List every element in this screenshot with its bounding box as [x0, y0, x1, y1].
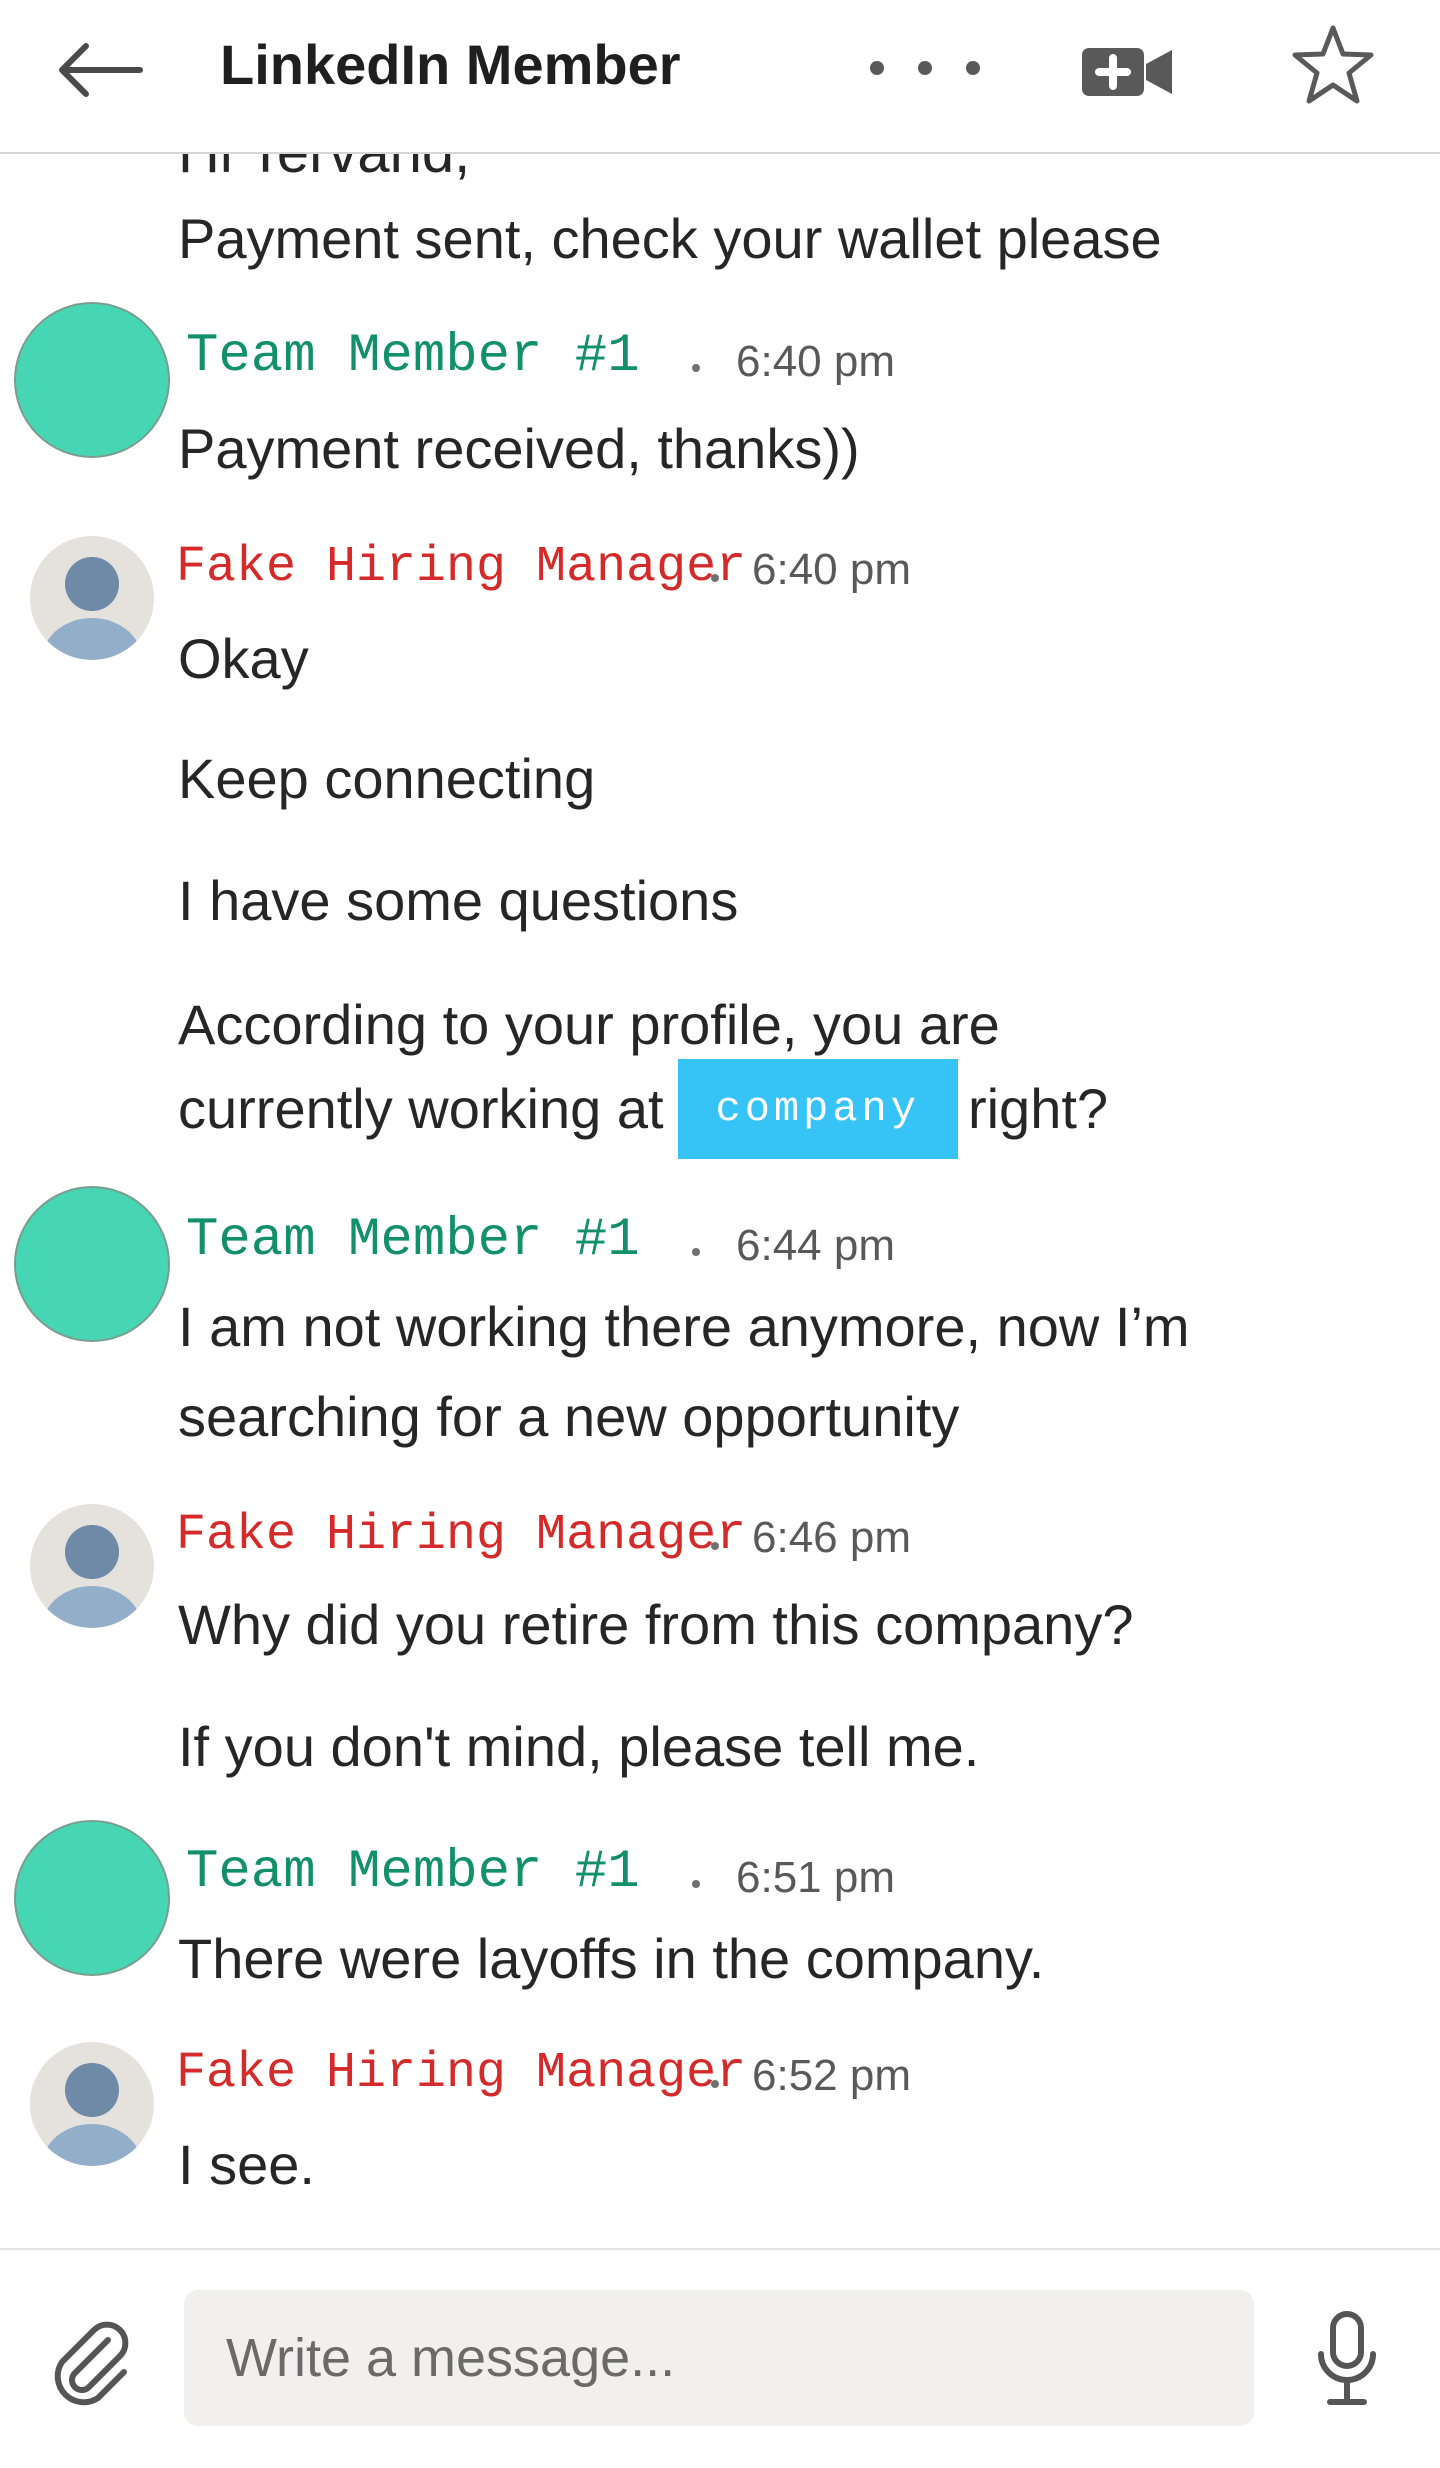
- message-text: searching for a new opportunity: [178, 1385, 960, 1448]
- star-outline-icon: [1292, 25, 1374, 104]
- message-composer: [0, 2248, 1440, 2468]
- arrow-left-icon: [59, 43, 143, 97]
- microphone-icon: [1318, 2311, 1376, 2405]
- message-text: Payment sent, check your wallet please: [178, 207, 1162, 270]
- message-text: If you don't mind, please tell me.: [178, 1715, 980, 1778]
- separator-dot: [692, 1248, 700, 1256]
- message-text-with-redaction: currently working at company right?: [178, 1054, 1108, 1164]
- redaction-label: company: [677, 1059, 958, 1160]
- video-call-button[interactable]: [1080, 38, 1176, 106]
- conversation-header: LinkedIn Member: [0, 0, 1440, 154]
- message-text-segment: currently working at: [178, 1077, 664, 1140]
- message-text: There were layoffs in the company.: [178, 1927, 1045, 1990]
- message-list[interactable]: Hi Tervand, Payment sent, check your wal…: [0, 152, 1440, 2248]
- conversation-title: LinkedIn Member: [220, 33, 681, 96]
- clipped-message-line: Hi Tervand,: [178, 152, 471, 185]
- message-text: Why did you retire from this company?: [178, 1593, 1134, 1656]
- message-text: I am not working there anymore, now I’m: [178, 1295, 1190, 1358]
- message-text: Payment received, thanks)): [178, 417, 860, 480]
- sender-name[interactable]: Fake Hiring Manager: [176, 2044, 746, 2104]
- avatar[interactable]: [14, 1186, 170, 1342]
- avatar[interactable]: [14, 1820, 170, 1976]
- more-horizontal-icon: [870, 61, 884, 75]
- separator-dot: [692, 364, 700, 372]
- sender-name[interactable]: Fake Hiring Manager: [176, 538, 746, 598]
- avatar[interactable]: [30, 2042, 154, 2166]
- sender-name[interactable]: Team Member #1: [186, 1210, 640, 1272]
- message-text-segment: right?: [967, 1077, 1109, 1140]
- separator-dot: [711, 574, 719, 582]
- voice-message-button[interactable]: [1314, 2310, 1380, 2410]
- separator-dot: [711, 1542, 719, 1550]
- message-time: 6:46 pm: [752, 1513, 911, 1562]
- separator-dot: [711, 2080, 719, 2088]
- sender-name[interactable]: Fake Hiring Manager: [176, 1506, 746, 1566]
- star-button[interactable]: [1290, 22, 1376, 108]
- default-person-icon: [42, 2063, 142, 2166]
- message-time: 6:44 pm: [736, 1221, 895, 1270]
- message-text: I have some questions: [178, 869, 739, 932]
- message-text: Okay: [178, 627, 309, 690]
- default-person-icon: [42, 557, 142, 660]
- separator-dot: [692, 1880, 700, 1888]
- attach-button[interactable]: [46, 2318, 136, 2408]
- more-options-button[interactable]: [870, 40, 980, 96]
- sender-name[interactable]: Team Member #1: [186, 326, 640, 388]
- message-text: I see.: [178, 2133, 315, 2196]
- message-input[interactable]: [184, 2290, 1254, 2426]
- message-text: Keep connecting: [178, 747, 596, 810]
- message-text: According to your profile, you are: [178, 993, 1000, 1056]
- avatar[interactable]: [30, 1504, 154, 1628]
- sender-name[interactable]: Team Member #1: [186, 1842, 640, 1904]
- video-call-icon: [1082, 48, 1172, 96]
- message-time: 6:52 pm: [752, 2051, 911, 2100]
- paperclip-icon: [54, 2321, 129, 2406]
- default-person-icon: [42, 1525, 142, 1628]
- message-time: 6:51 pm: [736, 1853, 895, 1902]
- avatar[interactable]: [30, 536, 154, 660]
- back-button[interactable]: [58, 30, 154, 110]
- avatar[interactable]: [14, 302, 170, 458]
- message-time: 6:40 pm: [752, 545, 911, 594]
- message-time: 6:40 pm: [736, 337, 895, 386]
